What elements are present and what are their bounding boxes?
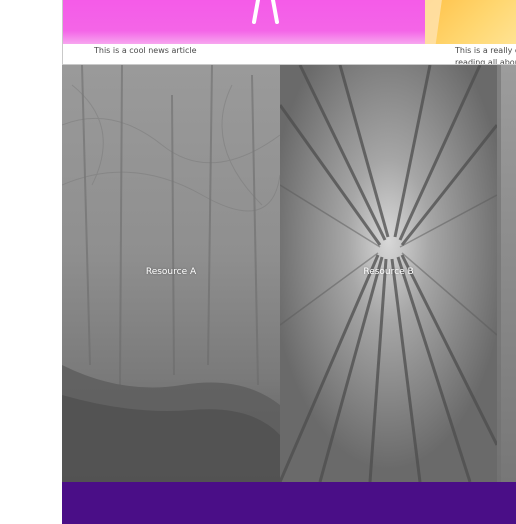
resource-label[interactable]: Resource A [62, 267, 280, 277]
news-caption-line: reading all abou [455, 58, 516, 65]
footer-band [62, 482, 516, 524]
sparkle-figure-icon [252, 0, 279, 24]
resource-tile-c[interactable] [497, 65, 516, 482]
news-card[interactable]: This is a really co reading all abou [425, 0, 516, 64]
news-caption[interactable]: This is a cool news article [94, 45, 197, 57]
resource-label[interactable]: Resource B [280, 267, 497, 277]
resources-gallery: Resource A Resource B [62, 65, 516, 482]
resource-tile-a[interactable]: Resource A [62, 65, 280, 482]
partial-photo [497, 65, 516, 482]
news-strip: This is a cool news article This is a re… [62, 0, 516, 65]
news-caption[interactable]: This is a really co reading all abou [455, 45, 516, 65]
news-thumbnail[interactable] [63, 0, 425, 44]
page: This is a cool news article This is a re… [0, 0, 516, 524]
resource-tile-b[interactable]: Resource B [280, 65, 497, 482]
news-thumbnail[interactable] [425, 0, 516, 44]
news-caption-line: This is a really co [455, 46, 516, 55]
news-card[interactable]: This is a cool news article [63, 0, 425, 64]
